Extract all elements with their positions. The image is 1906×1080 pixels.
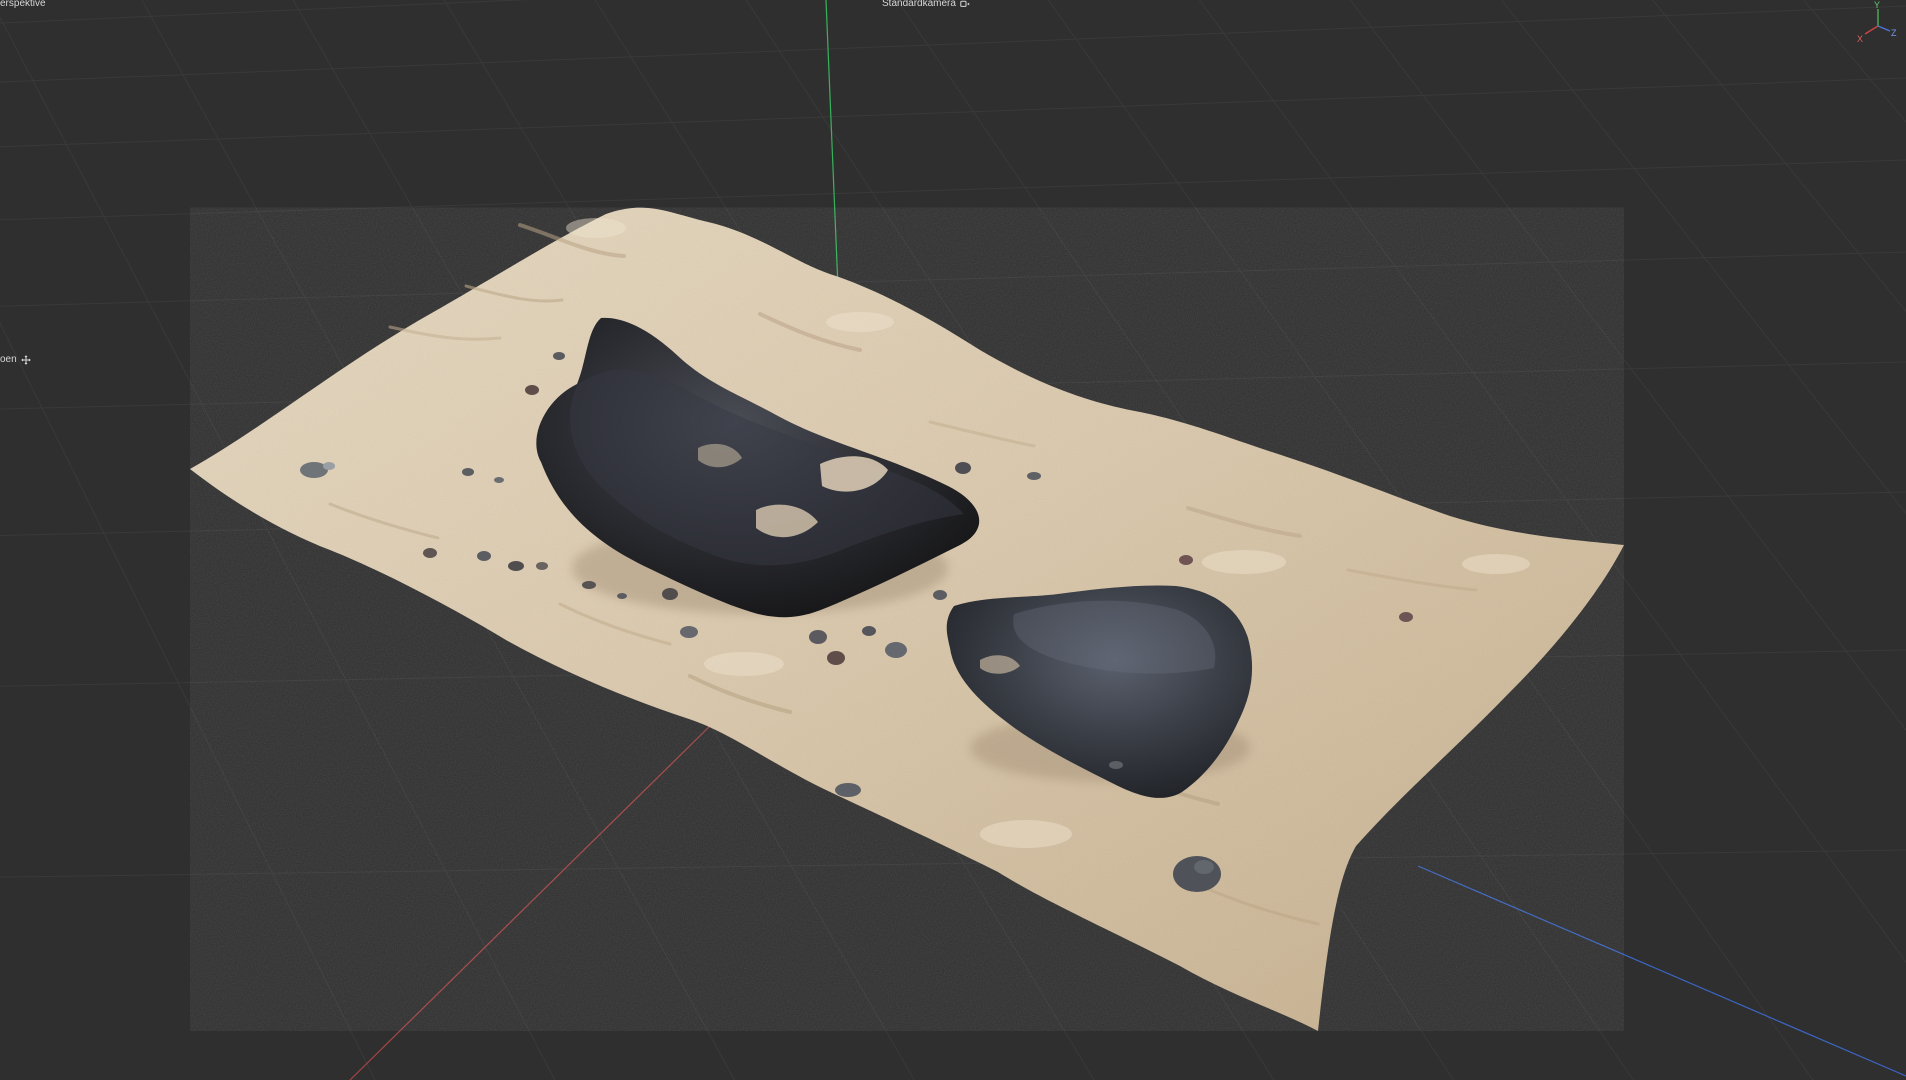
camera-selector[interactable]: Standardkamera — [882, 0, 970, 10]
gizmo-z-label: Z — [1891, 28, 1897, 38]
gizmo-z-axis — [1877, 25, 1891, 32]
small-rock — [946, 585, 1253, 798]
viewport-view-title[interactable]: erspektive — [0, 0, 46, 10]
camera-move-icon[interactable] — [960, 0, 970, 9]
side-panel-text: oen — [0, 354, 17, 365]
gizmo-y-label: Y — [1874, 0, 1880, 10]
3d-viewport[interactable]: erspektive Standardkamera oen Y X Z — [0, 0, 1906, 1080]
gizmo-x-label: X — [1857, 34, 1863, 44]
camera-name: Standardkamera — [882, 0, 956, 9]
scene-canvas[interactable] — [0, 0, 1906, 1080]
move-cross-icon[interactable] — [21, 355, 31, 365]
side-panel-label[interactable]: oen — [0, 354, 31, 366]
gizmo-x-axis — [1864, 25, 1879, 35]
axis-gizmo[interactable]: Y X Z — [1856, 0, 1902, 46]
